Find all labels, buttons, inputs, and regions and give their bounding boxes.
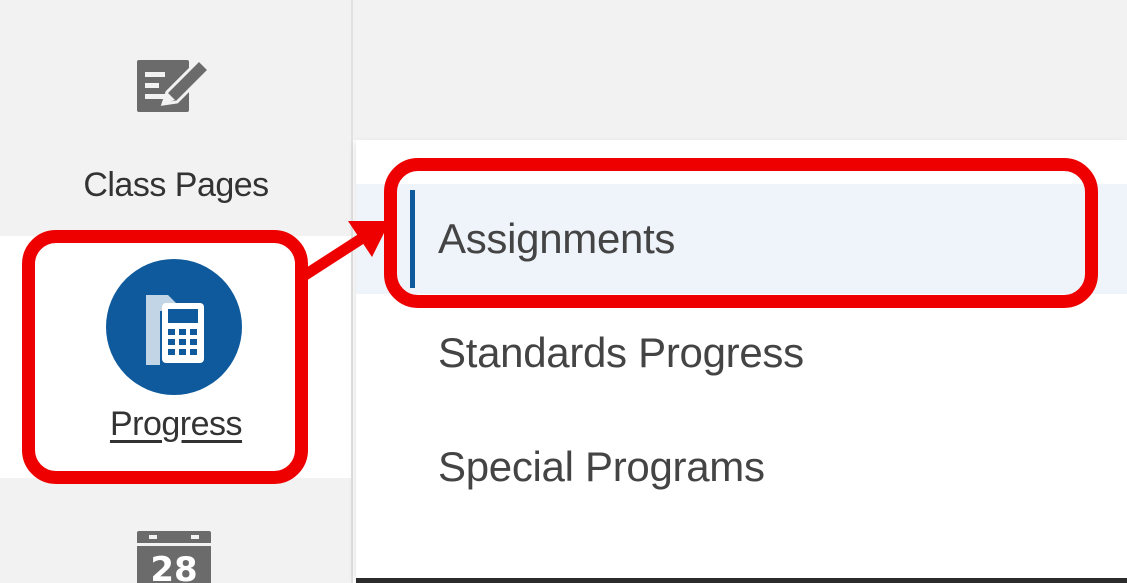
calendar-icon: 28 bbox=[137, 531, 211, 583]
header-bar bbox=[353, 0, 1127, 140]
edit-icon bbox=[137, 57, 212, 112]
annotation-highlight-assignments bbox=[384, 158, 1098, 308]
bottom-bar bbox=[356, 578, 1127, 583]
menu-item-special-programs[interactable]: Special Programs bbox=[356, 412, 1127, 522]
annotation-arrow-icon bbox=[296, 221, 390, 283]
calendar-day: 28 bbox=[150, 550, 197, 583]
menu-item-standards-progress[interactable]: Standards Progress bbox=[356, 298, 1127, 408]
sidebar-item-class-pages[interactable]: Class Pages bbox=[0, 0, 352, 236]
annotation-highlight-progress bbox=[22, 230, 308, 484]
sidebar-item-label: Class Pages bbox=[83, 166, 269, 204]
